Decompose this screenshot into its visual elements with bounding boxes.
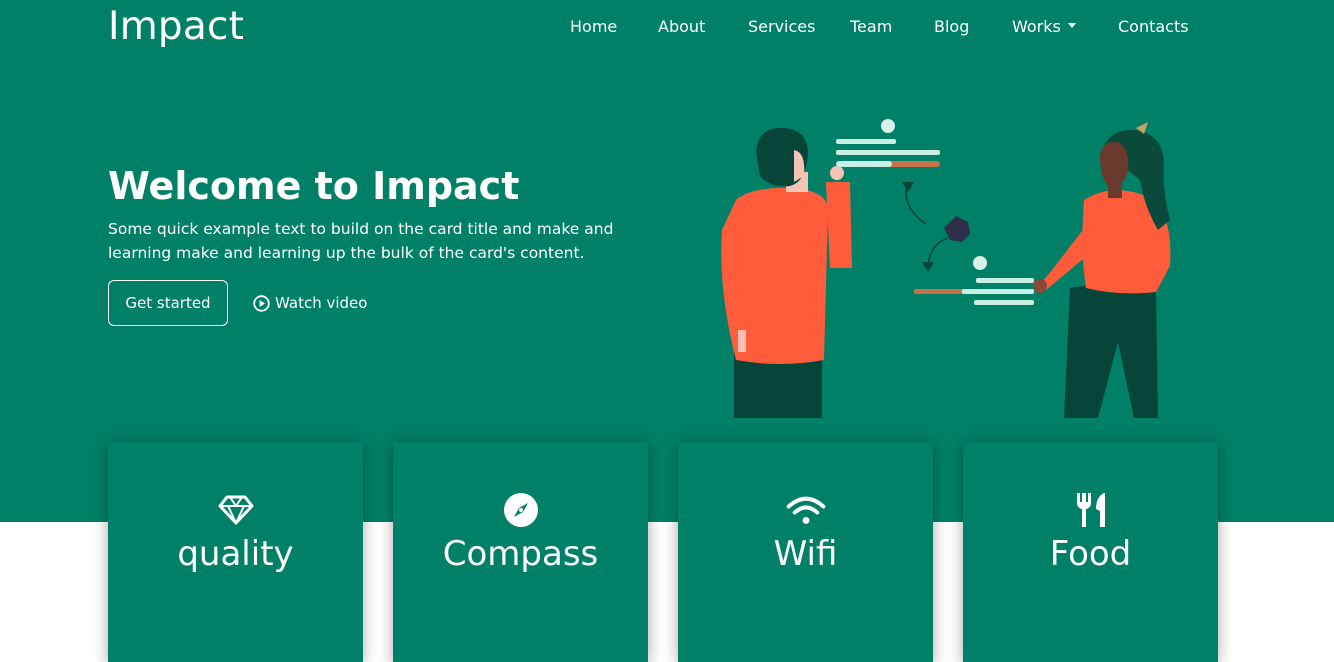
- play-circle-icon: [253, 294, 270, 312]
- hero-title: Welcome to Impact: [108, 164, 520, 208]
- hero-illustration: [721, 119, 1171, 418]
- feature-card-compass[interactable]: Compass: [393, 442, 648, 662]
- compass-icon: [501, 490, 541, 530]
- nav-item-home[interactable]: Home: [570, 17, 658, 36]
- watch-video-button[interactable]: Watch video: [253, 292, 367, 314]
- feature-card-food[interactable]: Food: [963, 442, 1218, 662]
- diamond-icon: [216, 490, 256, 530]
- nav-item-works[interactable]: Works: [1012, 17, 1118, 36]
- get-started-button[interactable]: Get started: [108, 280, 228, 326]
- feature-card-title: Food: [1049, 534, 1132, 574]
- nav-item-contacts[interactable]: Contacts: [1118, 17, 1189, 36]
- feature-card-wifi[interactable]: Wifi: [678, 442, 933, 662]
- feature-card-title: quality: [177, 534, 294, 574]
- wifi-icon: [786, 490, 826, 530]
- feature-card-title: Wifi: [773, 534, 838, 574]
- chevron-down-icon: [1067, 22, 1076, 28]
- feature-card-quality[interactable]: quality: [108, 442, 363, 662]
- illustration-man: [721, 127, 852, 418]
- feature-card-title: Compass: [442, 534, 599, 574]
- brand-logo[interactable]: Impact: [108, 4, 244, 49]
- nav-item-services[interactable]: Services: [748, 17, 850, 36]
- nav-item-about[interactable]: About: [658, 17, 748, 36]
- hero-description: Some quick example text to build on the …: [108, 220, 614, 262]
- illustration-woman: [1033, 122, 1171, 418]
- nav-item-team[interactable]: Team: [850, 17, 934, 36]
- cutlery-icon: [1071, 490, 1111, 530]
- illustration-connector: [902, 182, 970, 272]
- nav-item-works-label: Works: [1012, 16, 1061, 36]
- main-nav: Home About Services Team Blog Works Cont…: [570, 16, 1189, 36]
- illustration-top-bars: [836, 119, 940, 167]
- watch-video-label: Watch video: [275, 294, 368, 312]
- nav-item-blog[interactable]: Blog: [934, 17, 1012, 36]
